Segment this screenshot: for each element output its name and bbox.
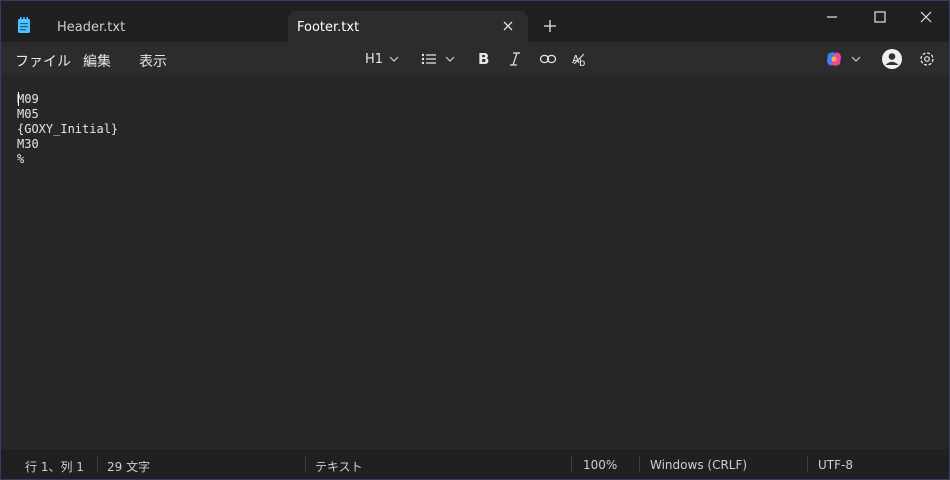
link-icon[interactable] [539, 48, 557, 70]
editor-content[interactable]: M09 M05 {GOXY_Initial} M30 % [17, 92, 118, 167]
status-bar: 行 1、列 1 29 文字 テキスト 100% Windows (CRLF) U… [1, 449, 949, 479]
heading-dropdown[interactable]: H1 [365, 48, 399, 70]
text-editor[interactable]: M09 M05 {GOXY_Initial} M30 % [1, 75, 949, 449]
encoding[interactable]: UTF-8 [818, 458, 853, 472]
settings-gear-icon[interactable] [918, 48, 936, 70]
text-format[interactable]: テキスト [315, 458, 363, 475]
minimize-icon[interactable] [809, 7, 855, 27]
italic-icon[interactable] [507, 48, 523, 70]
line-ending[interactable]: Windows (CRLF) [650, 458, 747, 472]
editor-line: {GOXY_Initial} [17, 122, 119, 136]
copilot-icon [827, 52, 841, 66]
menu-edit[interactable]: 編集 [83, 51, 111, 71]
menu-view[interactable]: 表示 [139, 51, 167, 71]
notepad-app-icon [18, 17, 30, 33]
spellcheck-icon[interactable]: A b [571, 48, 589, 70]
new-tab-plus-icon[interactable] [541, 17, 559, 35]
editor-line: M05 [17, 107, 39, 121]
editor-line: M30 [17, 137, 39, 151]
status-divider [807, 456, 808, 472]
status-divider [305, 456, 306, 472]
chevron-down-icon [389, 56, 399, 62]
tab-footer-txt[interactable]: Footer.txt [288, 11, 528, 42]
copilot-dropdown[interactable] [825, 48, 861, 70]
account-avatar-icon[interactable] [881, 48, 903, 70]
editor-line: M09 [17, 92, 39, 106]
status-divider [97, 456, 98, 472]
bulleted-list-icon [421, 53, 436, 65]
chevron-down-icon [851, 56, 861, 62]
heading-label: H1 [365, 51, 384, 67]
title-bar: Header.txt Footer.txt [1, 1, 949, 42]
text-caret [18, 92, 19, 106]
bold-icon[interactable]: B [475, 48, 491, 70]
character-count: 29 文字 [107, 460, 151, 474]
status-divider [639, 456, 640, 472]
cursor-position: 行 1、列 1 [25, 460, 84, 474]
tab-label: Header.txt [57, 20, 126, 35]
tab-header-txt[interactable]: Header.txt [41, 11, 281, 42]
close-window-icon[interactable] [903, 7, 949, 27]
notepad-window: Header.txt Footer.txt ファイル 編集 表示 H1 B A … [0, 0, 950, 480]
toolbar: ファイル 編集 表示 H1 B A b [1, 42, 949, 75]
close-tab-icon[interactable] [500, 18, 516, 34]
svg-text:B: B [478, 50, 489, 68]
menu-file[interactable]: ファイル [15, 51, 71, 71]
chevron-down-icon [445, 56, 455, 62]
svg-text:b: b [579, 58, 585, 69]
maximize-icon[interactable] [857, 7, 903, 27]
tab-label: Footer.txt [297, 20, 360, 35]
zoom-level[interactable]: 100% [583, 458, 617, 472]
editor-line: % [17, 152, 25, 166]
list-dropdown[interactable] [421, 48, 455, 70]
status-divider [571, 456, 572, 472]
